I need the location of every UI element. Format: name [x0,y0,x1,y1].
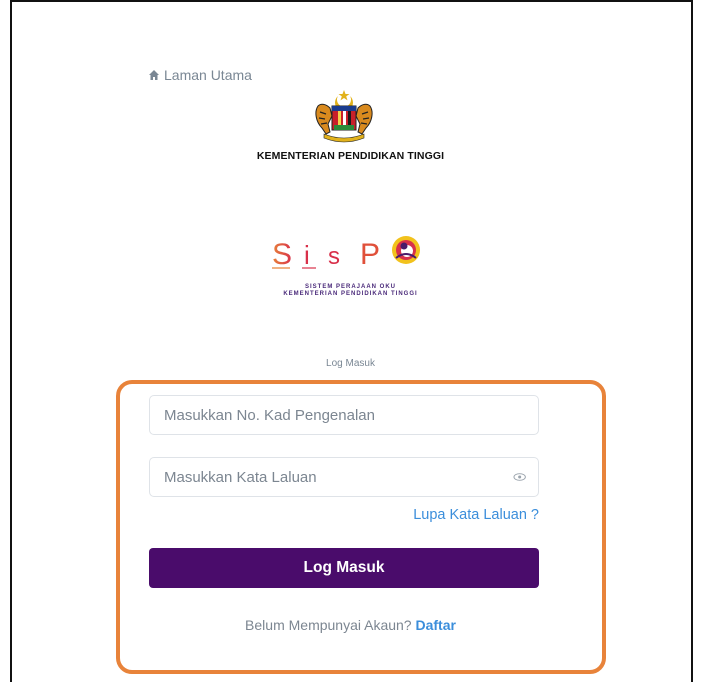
ic-number-input[interactable] [162,405,526,425]
logo-letter-s2: s [328,243,340,270]
ministry-name: KEMENTERIAN PENDIDIKAN TINGGI [256,150,445,162]
password-input[interactable] [162,467,513,487]
logo-letter-p: P [360,238,380,271]
password-field[interactable] [149,457,539,497]
home-link[interactable]: Laman Utama [148,67,252,83]
show-password-icon[interactable] [513,472,526,482]
register-link[interactable]: Daftar [415,617,455,633]
logo-letter-i: i [304,240,310,270]
sispo-subtitle-line1: SISTEM PERAJAAN OKU [304,284,396,290]
register-prompt: Belum Mempunyai Akaun? Daftar [0,617,701,633]
malaysia-coat-of-arms-icon [315,90,373,143]
login-button[interactable]: Log Masuk [149,548,539,588]
home-icon [149,70,159,80]
no-account-text: Belum Mempunyai Akaun? [245,617,412,633]
ic-number-field[interactable] [149,395,539,435]
login-title: Log Masuk [326,358,375,369]
sispo-logo: S i s P [272,236,420,271]
forgot-password-link[interactable]: Lupa Kata Laluan ? [413,507,539,523]
sispo-subtitle-line2: KEMENTERIAN PENDIDIKAN TINGGI [283,291,418,297]
home-link-label: Laman Utama [164,67,252,83]
logo-letter-s1: S [272,238,292,271]
